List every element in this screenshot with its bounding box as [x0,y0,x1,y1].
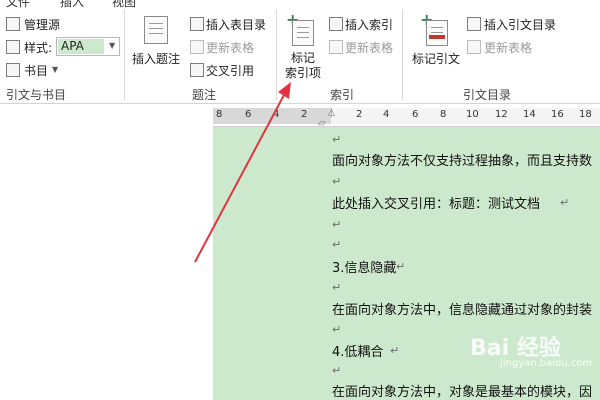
arrow-head [278,82,291,99]
arrow-shaft [194,94,285,263]
annotation-arrow [194,82,291,263]
